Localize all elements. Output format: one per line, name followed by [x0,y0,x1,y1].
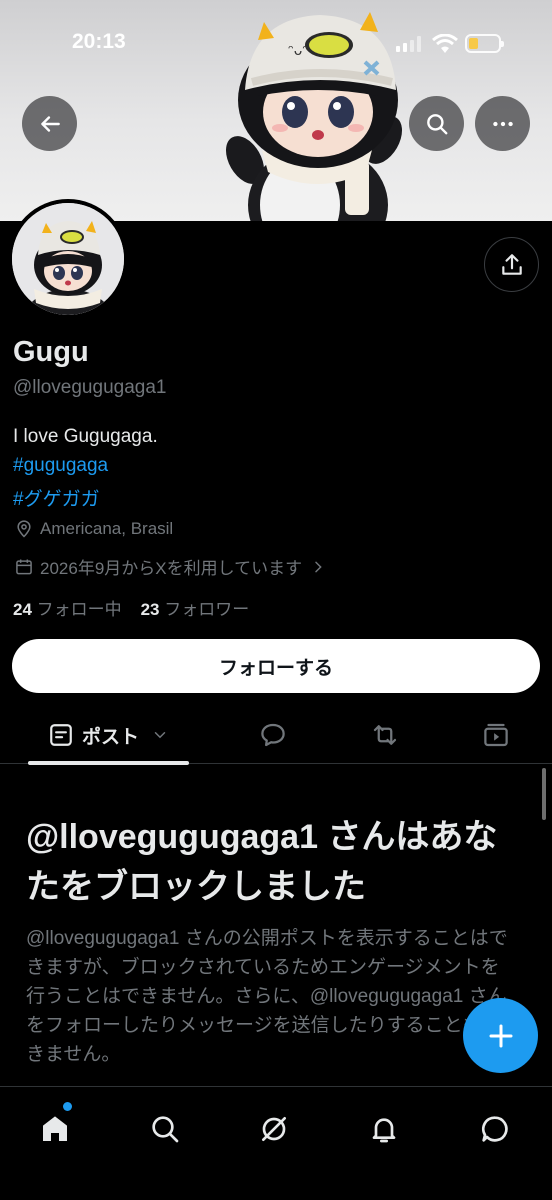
search-icon [426,113,447,134]
following-link[interactable]: 24 フォロー中 [13,600,122,619]
avatar-image [12,203,124,315]
search-icon [152,1116,179,1143]
messages-icon [481,1116,508,1142]
profile-joined-date[interactable]: 2026年9月からXを利用しています [14,554,326,579]
status-time: 20:13 [72,30,126,53]
back-button[interactable] [22,96,77,151]
notifications-icon [372,1118,396,1143]
share-icon [501,253,522,275]
location-text: Americana, Brasil [40,519,174,538]
reposts-icon [373,725,397,745]
share-button[interactable] [484,237,539,292]
following-label: フォロー中 [36,600,122,619]
tab-posts[interactable]: ポスト [28,706,189,764]
chevron-right-icon [315,561,322,572]
tab-posts-label: ポスト [81,726,139,748]
profile-tabs: ポスト [0,706,552,765]
profile-avatar[interactable] [8,199,128,319]
nav-search[interactable] [137,1101,193,1157]
nav-grok[interactable] [246,1101,302,1157]
hashtag-link[interactable]: #グゲガガ [13,484,100,511]
blocked-description: @llovegugugaga1 さんの公開ポストを表示することはできますが、ブロ… [26,928,508,1065]
profile-bio: I love Gugugaga. [13,426,158,447]
calendar-icon [16,559,32,574]
following-count: 24 [13,600,32,619]
replies-icon [261,723,285,747]
profile-handle: @llovegugugaga1 [13,377,167,398]
arrow-left-icon [40,115,60,132]
wifi-icon [432,34,458,53]
follow-stats: 24 フォロー中 23 フォロワー [13,595,249,620]
tab-reposts[interactable] [357,706,413,764]
nav-home[interactable] [27,1101,83,1157]
follow-button[interactable]: フォローする [12,639,540,693]
profile-banner[interactable]: ᵔᴗᵔ 20:13 [0,0,552,221]
posts-icon [50,724,72,746]
active-tab-indicator [28,761,189,765]
home-icon [43,1116,67,1141]
search-button[interactable] [409,96,464,151]
status-bar: 20:13 [0,0,552,90]
nav-messages[interactable] [467,1101,523,1157]
grok-icon [262,1117,286,1141]
nav-notifications[interactable] [356,1101,412,1157]
compose-post-button[interactable] [463,998,538,1073]
battery-icon [465,34,504,53]
tab-replies[interactable] [245,706,301,764]
followers-link[interactable]: 23 フォロワー [141,600,250,619]
joined-text: 2026年9月からXを利用しています [40,559,303,578]
more-options-button[interactable] [475,96,530,151]
followers-count: 23 [140,600,160,619]
media-icon [484,723,508,747]
scrollbar[interactable] [542,768,546,820]
blocked-title: @llovegugugaga1 さんはあなたをブロックしました [26,818,498,906]
location-pin-icon [17,520,31,538]
hashtag-link[interactable]: #gugugaga [13,455,108,477]
profile-location: Americana, Brasil [14,519,173,539]
tab-media[interactable] [468,706,524,764]
chevron-down-icon [154,732,166,739]
profile-name: Gugu [13,336,89,368]
home-notification-dot [63,1102,72,1111]
ellipsis-icon [492,121,513,126]
followers-label: フォロワー [164,600,250,619]
plus-icon [489,1024,512,1047]
bottom-navigation [0,1086,552,1200]
cellular-signal-icon [396,36,421,52]
